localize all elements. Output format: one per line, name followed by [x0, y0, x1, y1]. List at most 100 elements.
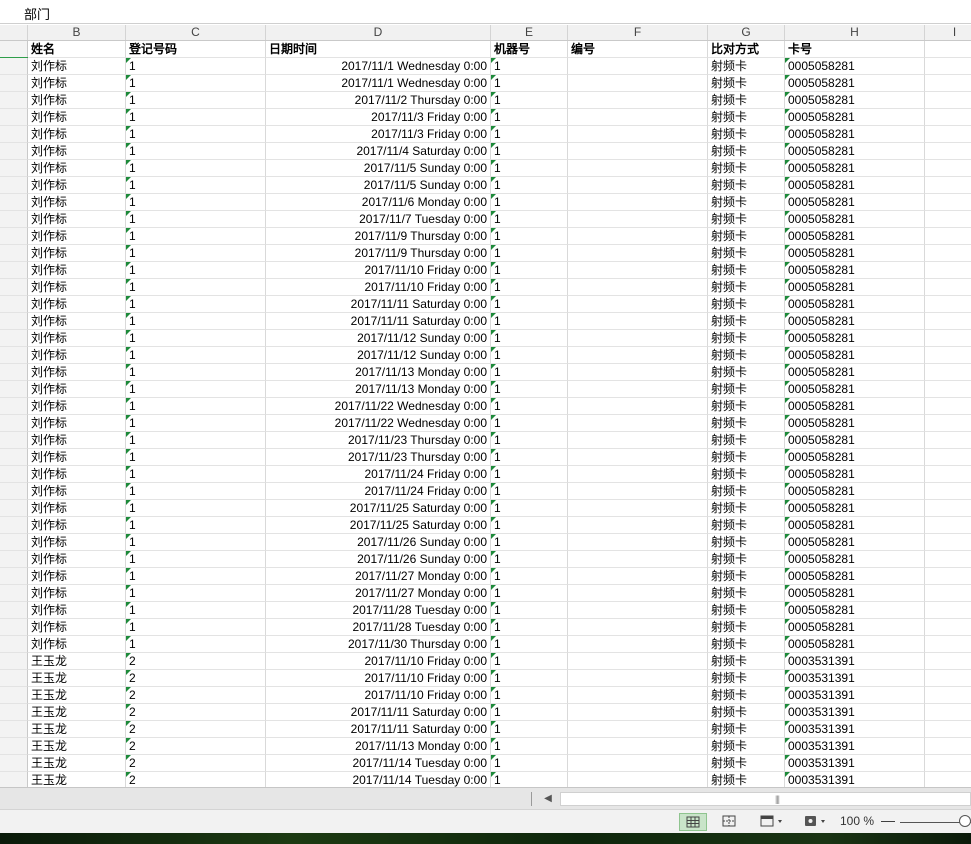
cell-machine[interactable]: 1: [491, 177, 568, 194]
cell-machine[interactable]: 1: [491, 721, 568, 738]
row-stub[interactable]: [0, 670, 28, 687]
cell-reg-no[interactable]: 1: [126, 296, 266, 313]
table-row[interactable]: 刘作标 1 2017/11/13 Monday 0:00 1 射频卡 0005058281: [0, 381, 971, 398]
row-stub[interactable]: [0, 228, 28, 245]
table-row[interactable]: 刘作标 1 2017/11/23 Thursday 0:00 1 射频卡 00050582…: [0, 449, 971, 466]
cell-card-no[interactable]: 0005058281: [785, 500, 925, 517]
cell-code[interactable]: [568, 347, 708, 364]
scroll-left-icon[interactable]: ◀: [541, 791, 555, 807]
cell-machine[interactable]: 1: [491, 75, 568, 92]
cell-empty-i[interactable]: [925, 58, 971, 75]
cell-empty-i[interactable]: [925, 636, 971, 653]
row-stub[interactable]: [0, 585, 28, 602]
cell-code[interactable]: [568, 534, 708, 551]
cell-reg-no[interactable]: 1: [126, 92, 266, 109]
table-row[interactable]: 刘作标 1 2017/11/2 Thursday 0:00 1 射频卡 000505828…: [0, 92, 971, 109]
cell-match-mode[interactable]: 射频卡: [708, 568, 785, 585]
cell-empty-i[interactable]: [925, 687, 971, 704]
cell-code[interactable]: [568, 517, 708, 534]
cell-empty-i[interactable]: [925, 109, 971, 126]
table-row[interactable]: 刘作标 1 2017/11/13 Monday 0:00 1 射频卡 0005058281: [0, 364, 971, 381]
cell-code[interactable]: [568, 755, 708, 772]
cell-reg-no[interactable]: 1: [126, 534, 266, 551]
normal-view-button[interactable]: [679, 813, 707, 831]
cell-empty-i[interactable]: [925, 211, 971, 228]
table-row[interactable]: 王玉龙 2 2017/11/10 Friday 0:00 1 射频卡 0003531391: [0, 670, 971, 687]
cell-machine[interactable]: 1: [491, 415, 568, 432]
cell-machine[interactable]: 1: [491, 160, 568, 177]
cell-code[interactable]: [568, 92, 708, 109]
row-stub[interactable]: [0, 551, 28, 568]
cell-datetime[interactable]: 2017/11/9 Thursday 0:00: [266, 245, 491, 262]
cell-match-mode[interactable]: 射频卡: [708, 296, 785, 313]
cell-name[interactable]: 刘作标: [28, 415, 126, 432]
cell-reg-no[interactable]: 1: [126, 466, 266, 483]
cell-name[interactable]: 刘作标: [28, 296, 126, 313]
cell-machine[interactable]: 1: [491, 381, 568, 398]
row-stub[interactable]: [0, 398, 28, 415]
sheet-grid[interactable]: 姓名 登记号码 日期时间 机器号 编号 比对方式 卡号 刘作标 1 2017/11/…: [0, 41, 971, 787]
row-stub[interactable]: [0, 432, 28, 449]
row-stub[interactable]: [0, 483, 28, 500]
cell-match-mode[interactable]: 射频卡: [708, 772, 785, 787]
cell-datetime[interactable]: 2017/11/11 Saturday 0:00: [266, 313, 491, 330]
table-row[interactable]: 刘作标 1 2017/11/5 Sunday 0:00 1 射频卡 0005058281: [0, 177, 971, 194]
cell-datetime[interactable]: 2017/11/10 Friday 0:00: [266, 279, 491, 296]
cell-code[interactable]: [568, 466, 708, 483]
cell-code[interactable]: [568, 58, 708, 75]
cell-code[interactable]: [568, 364, 708, 381]
cell-reg-no[interactable]: 2: [126, 772, 266, 787]
cell-reg-no[interactable]: 2: [126, 687, 266, 704]
table-row[interactable]: 王玉龙 2 2017/11/11 Saturday 0:00 1 射频卡 00035313…: [0, 704, 971, 721]
cell-card-no[interactable]: 0003531391: [785, 670, 925, 687]
cell-datetime[interactable]: 2017/11/22 Wednesday 0:00: [266, 398, 491, 415]
cell-machine[interactable]: 1: [491, 279, 568, 296]
row-stub[interactable]: [0, 92, 28, 109]
table-row[interactable]: 王玉龙 2 2017/11/13 Monday 0:00 1 射频卡 0003531391: [0, 738, 971, 755]
cell-card-no[interactable]: 0005058281: [785, 398, 925, 415]
cell-machine[interactable]: 1: [491, 687, 568, 704]
table-row[interactable]: 刘作标 1 2017/11/25 Saturday 0:00 1 射频卡 00050582…: [0, 517, 971, 534]
row-stub[interactable]: [0, 194, 28, 211]
header-match-mode[interactable]: 比对方式: [708, 41, 785, 58]
header-name[interactable]: 姓名: [28, 41, 126, 58]
cell-card-no[interactable]: 0005058281: [785, 364, 925, 381]
cell-code[interactable]: [568, 602, 708, 619]
cell-match-mode[interactable]: 射频卡: [708, 211, 785, 228]
cell-code[interactable]: [568, 245, 708, 262]
cell-code[interactable]: [568, 126, 708, 143]
cell-datetime[interactable]: 2017/11/13 Monday 0:00: [266, 738, 491, 755]
cell-machine[interactable]: 1: [491, 636, 568, 653]
cell-card-no[interactable]: 0003531391: [785, 687, 925, 704]
cell-name[interactable]: 刘作标: [28, 517, 126, 534]
cell-datetime[interactable]: 2017/11/7 Tuesday 0:00: [266, 211, 491, 228]
cell-reg-no[interactable]: 1: [126, 347, 266, 364]
cell-machine[interactable]: 1: [491, 262, 568, 279]
cell-card-no[interactable]: 0005058281: [785, 415, 925, 432]
column-header-f[interactable]: F: [568, 25, 708, 40]
cell-name[interactable]: 刘作标: [28, 228, 126, 245]
row-stub[interactable]: [0, 619, 28, 636]
cell-datetime[interactable]: 2017/11/25 Saturday 0:00: [266, 517, 491, 534]
cell-card-no[interactable]: 0005058281: [785, 551, 925, 568]
cell-card-no[interactable]: 0005058281: [785, 636, 925, 653]
cell-empty-i[interactable]: [925, 551, 971, 568]
cell-empty-i[interactable]: [925, 772, 971, 787]
cell-code[interactable]: [568, 449, 708, 466]
cell-machine[interactable]: 1: [491, 432, 568, 449]
row-stub[interactable]: [0, 721, 28, 738]
cell-reg-no[interactable]: 1: [126, 126, 266, 143]
cell-reg-no[interactable]: 1: [126, 211, 266, 228]
cell-match-mode[interactable]: 射频卡: [708, 194, 785, 211]
table-row[interactable]: 刘作标 1 2017/11/1 Wednesday 0:00 1 射频卡 00050582…: [0, 58, 971, 75]
row-stub[interactable]: [0, 245, 28, 262]
cell-code[interactable]: [568, 330, 708, 347]
cell-datetime[interactable]: 2017/11/10 Friday 0:00: [266, 262, 491, 279]
column-header-i[interactable]: I: [925, 25, 971, 40]
cell-match-mode[interactable]: 射频卡: [708, 449, 785, 466]
cell-empty-i[interactable]: [925, 313, 971, 330]
cell-machine[interactable]: 1: [491, 296, 568, 313]
cell-match-mode[interactable]: 射频卡: [708, 398, 785, 415]
cell-datetime[interactable]: 2017/11/1 Wednesday 0:00: [266, 58, 491, 75]
row-stub[interactable]: [0, 772, 28, 787]
